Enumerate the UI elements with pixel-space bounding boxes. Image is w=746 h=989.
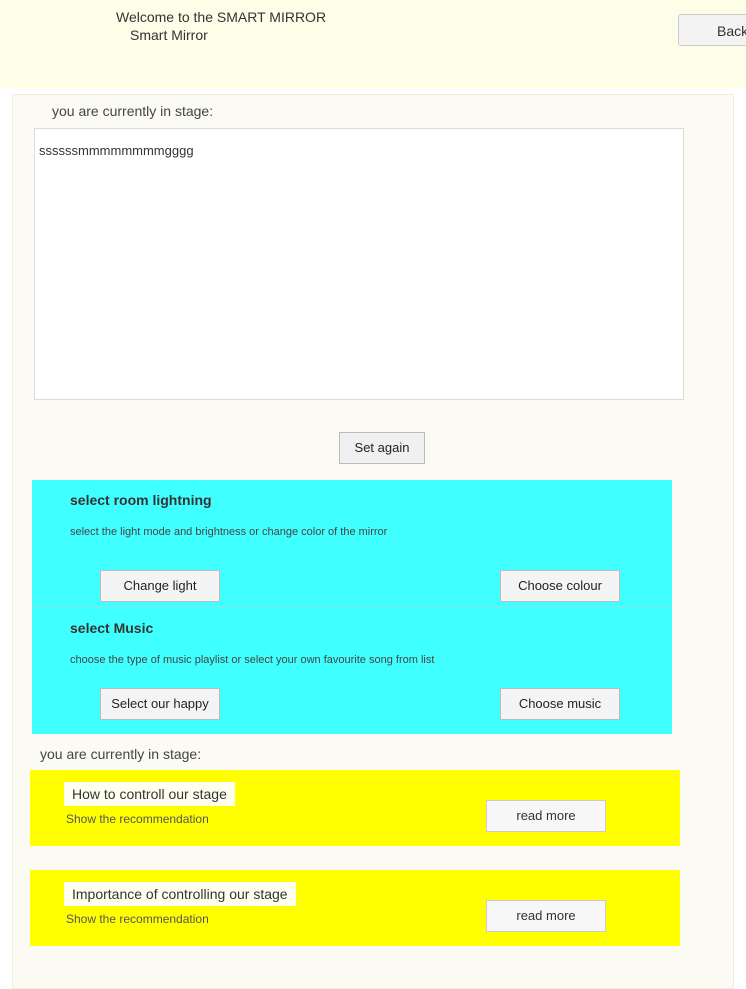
lighting-title: select room lightning	[70, 492, 212, 508]
choose-music-button[interactable]: Choose music	[500, 688, 620, 720]
info-card: How to controll our stage Show the recom…	[30, 770, 680, 846]
section-divider	[32, 606, 672, 607]
welcome-title: Welcome to the SMART MIRROR	[116, 9, 327, 25]
music-description: choose the type of music playlist or sel…	[70, 654, 435, 666]
settings-section: select room lightning select the light m…	[32, 480, 672, 734]
welcome-subtitle: Smart Mirror	[130, 27, 208, 43]
welcome-text: Welcome to the SMART MIRROR Smart Mirror	[116, 8, 326, 44]
back-button[interactable]: Back	[678, 14, 746, 46]
card-title: Importance of controlling our stage	[64, 882, 296, 906]
lighting-description: select the light mode and brightness or …	[70, 526, 388, 538]
card-subtitle: Show the recommendation	[66, 912, 209, 926]
read-more-button[interactable]: read more	[486, 900, 606, 932]
stage-label-2: you are currently in stage:	[40, 746, 202, 762]
card-title: How to controll our stage	[64, 782, 235, 806]
set-again-button[interactable]: Set again	[339, 432, 425, 464]
stage-label: you are currently in stage:	[52, 103, 214, 119]
select-playlist-button[interactable]: Select our happy	[100, 688, 220, 720]
info-card: Importance of controlling our stage Show…	[30, 870, 680, 946]
read-more-button[interactable]: read more	[486, 800, 606, 832]
top-bar: Welcome to the SMART MIRROR Smart Mirror…	[0, 0, 746, 88]
change-light-button[interactable]: Change light	[100, 570, 220, 602]
stage-text-area[interactable]: ssssssmmmmmmmmgggg	[34, 128, 684, 400]
music-title: select Music	[70, 620, 154, 636]
card-subtitle: Show the recommendation	[66, 812, 209, 826]
choose-colour-button[interactable]: Choose colour	[500, 570, 620, 602]
